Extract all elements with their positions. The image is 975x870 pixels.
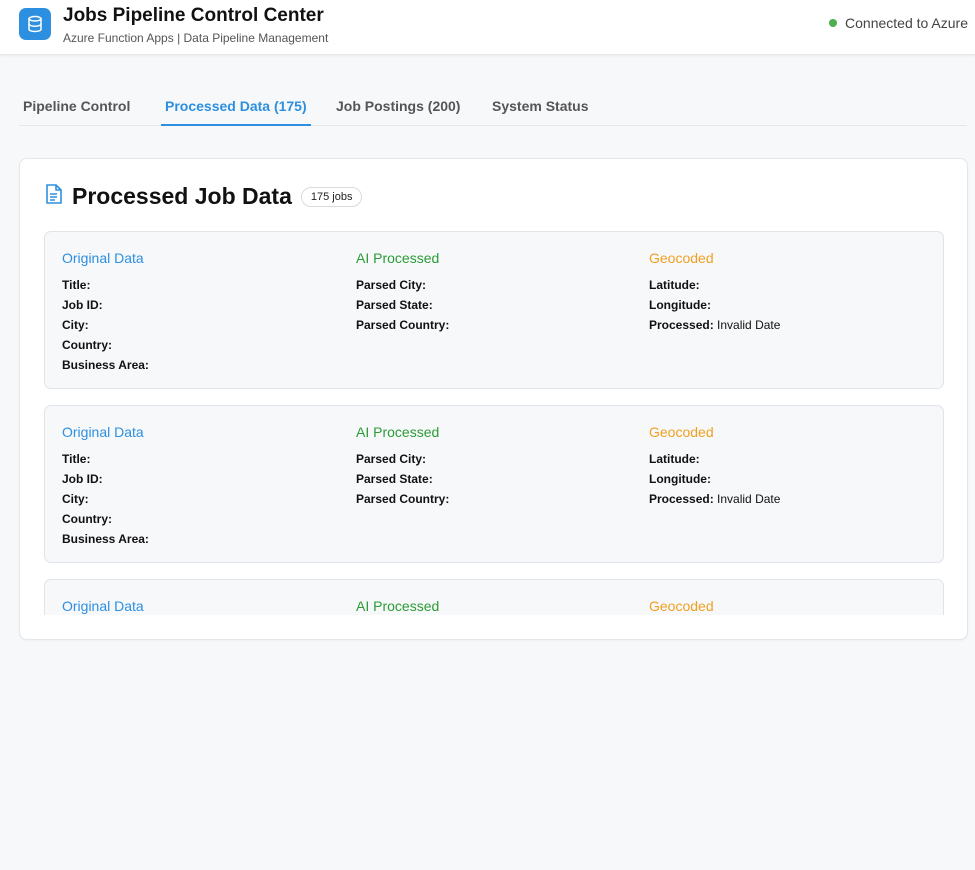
field-row: Parsed Country:: [356, 315, 449, 335]
field-row: Processed: Invalid Date: [649, 489, 780, 509]
field-row: Job ID:: [62, 295, 149, 315]
panel-header: Processed Job Data 175 jobs: [45, 183, 363, 210]
geocoded-heading: Geocoded: [649, 250, 714, 266]
field-label: Parsed State:: [356, 298, 433, 312]
original-data-heading: Original Data: [62, 598, 144, 614]
tab-bar: Pipeline Control Processed Data (175) Jo…: [19, 88, 967, 126]
field-label: Job ID:: [62, 298, 103, 312]
field-label: Parsed City:: [356, 452, 427, 466]
field-row: Business Area:: [62, 529, 149, 549]
field-row: Parsed City:: [356, 449, 449, 469]
ai-processed-heading: AI Processed: [356, 250, 440, 266]
geocoded-section: Geocoded Latitude: Longitude: Processed: …: [649, 250, 780, 335]
field-label: Title:: [62, 452, 91, 466]
field-label: Country:: [62, 338, 112, 352]
field-label: Title:: [62, 278, 91, 292]
field-value: Invalid Date: [717, 492, 781, 506]
field-label: Parsed State:: [356, 472, 433, 486]
original-data-section: Original Data Title: Job ID: City: Countr…: [62, 424, 149, 549]
original-data-section: Original Data Title: Job ID: City: Countr…: [62, 250, 149, 375]
field-row: Parsed State:: [356, 295, 449, 315]
panel-title: Processed Job Data: [72, 183, 292, 209]
field-label: Parsed Country:: [356, 492, 450, 506]
field-label: Job ID:: [62, 472, 103, 486]
field-row: Parsed Country:: [356, 489, 449, 509]
field-row: Country:: [62, 509, 149, 529]
ai-processed-section: AI Processed Parsed City: Parsed State: P…: [356, 424, 449, 509]
field-row: Job ID:: [62, 469, 149, 489]
field-label: Parsed Country:: [356, 318, 450, 332]
processed-data-panel: Processed Job Data 175 jobs Original Dat…: [19, 158, 968, 640]
field-label: City:: [62, 318, 89, 332]
field-label: Longitude:: [649, 472, 711, 486]
ai-processed-section: AI Processed Parsed City: Parsed State: P…: [356, 250, 449, 335]
job-card: Original Data AI Processed Geocoded: [44, 579, 944, 615]
field-label: Latitude:: [649, 278, 700, 292]
field-label: Business Area:: [62, 358, 149, 372]
tab-system-status[interactable]: System Status: [488, 88, 592, 126]
tab-processed-data[interactable]: Processed Data (175): [161, 88, 311, 126]
geocoded-section: Geocoded Latitude: Longitude: Processed: …: [649, 424, 780, 509]
geocoded-heading: Geocoded: [649, 598, 714, 614]
field-row: Business Area:: [62, 355, 149, 375]
app-header: Jobs Pipeline Control Center Azure Funct…: [0, 0, 975, 55]
field-row: Parsed City:: [356, 275, 449, 295]
connection-status: Connected to Azure: [829, 15, 968, 31]
field-row: City:: [62, 489, 149, 509]
job-card: Original Data Title: Job ID: City: Countr…: [44, 405, 944, 563]
field-value: Invalid Date: [717, 318, 781, 332]
field-label: Longitude:: [649, 298, 711, 312]
field-row: Country:: [62, 335, 149, 355]
app-subtitle: Azure Function Apps | Data Pipeline Mana…: [63, 31, 329, 45]
ai-processed-heading: AI Processed: [356, 424, 440, 440]
field-row: Longitude:: [649, 469, 780, 489]
geocoded-heading: Geocoded: [649, 424, 714, 440]
job-card: Original Data Title: Job ID: City: Countr…: [44, 231, 944, 389]
field-label: Processed:: [649, 492, 714, 506]
field-row: Latitude:: [649, 449, 780, 469]
field-label: Country:: [62, 512, 112, 526]
field-label: Parsed City:: [356, 278, 427, 292]
field-label: Business Area:: [62, 532, 149, 546]
document-icon: [45, 184, 62, 209]
tab-pipeline-control[interactable]: Pipeline Control: [19, 88, 134, 126]
original-data-heading: Original Data: [62, 424, 144, 440]
field-row: Parsed State:: [356, 469, 449, 489]
geocoded-section: Geocoded: [649, 598, 714, 615]
job-list[interactable]: Original Data Title: Job ID: City: Countr…: [44, 231, 944, 615]
status-dot-icon: [829, 19, 838, 27]
field-row: Title:: [62, 449, 149, 469]
field-row: Latitude:: [649, 275, 780, 295]
app-title: Jobs Pipeline Control Center: [63, 5, 324, 26]
field-row: Title:: [62, 275, 149, 295]
field-label: Latitude:: [649, 452, 700, 466]
ai-processed-heading: AI Processed: [356, 598, 440, 614]
connection-status-text: Connected to Azure: [845, 15, 968, 31]
field-label: City:: [62, 492, 89, 506]
field-row: Processed: Invalid Date: [649, 315, 780, 335]
database-icon: [19, 8, 51, 40]
field-row: Longitude:: [649, 295, 780, 315]
job-count-badge: 175 jobs: [300, 186, 363, 207]
field-row: City:: [62, 315, 149, 335]
tab-job-postings[interactable]: Job Postings (200): [332, 88, 464, 126]
original-data-section: Original Data: [62, 598, 144, 615]
field-label: Processed:: [649, 318, 714, 332]
original-data-heading: Original Data: [62, 250, 144, 266]
ai-processed-section: AI Processed: [356, 598, 439, 615]
